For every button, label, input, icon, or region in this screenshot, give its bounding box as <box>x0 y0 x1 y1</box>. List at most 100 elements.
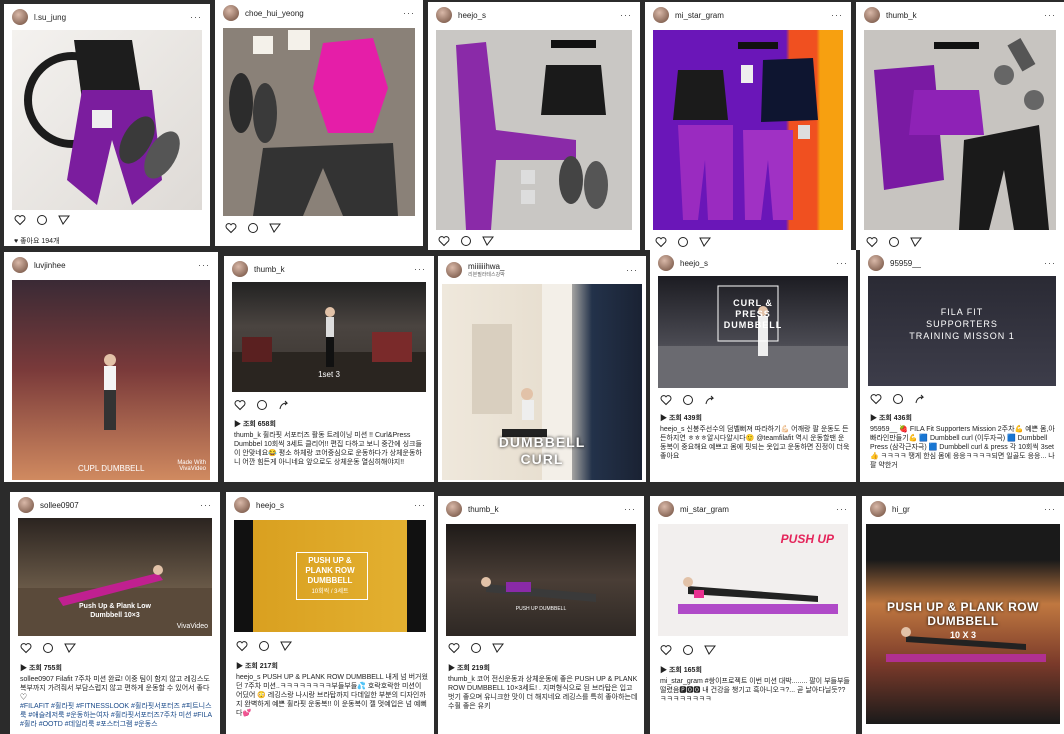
post-image[interactable] <box>653 30 843 230</box>
heart-icon[interactable] <box>448 642 460 654</box>
post-video[interactable]: PUSH UP <box>658 524 848 636</box>
comment-icon[interactable] <box>42 642 54 654</box>
heart-icon[interactable] <box>660 644 672 656</box>
more-options-icon[interactable]: ··· <box>1044 258 1056 268</box>
heart-icon[interactable] <box>866 236 878 248</box>
avatar[interactable] <box>658 501 674 517</box>
share-icon[interactable] <box>704 644 716 656</box>
more-options-icon[interactable]: ··· <box>200 500 212 510</box>
comment-icon[interactable] <box>258 640 270 652</box>
post-video[interactable]: PUSH UP & PLANK ROW DUMBBELL 10 X 3 <box>866 524 1060 724</box>
share-icon[interactable] <box>64 642 76 654</box>
share-icon[interactable] <box>914 393 926 405</box>
more-options-icon[interactable]: ··· <box>190 12 202 22</box>
avatar[interactable] <box>864 7 880 23</box>
post-card[interactable]: thumb_k ··· <box>856 2 1064 250</box>
more-options-icon[interactable]: ··· <box>1044 10 1056 20</box>
comment-icon[interactable] <box>892 393 904 405</box>
post-video[interactable]: CUPL DUMBBELL Made With VivaVideo <box>12 280 210 480</box>
share-icon[interactable] <box>699 236 711 248</box>
comment-icon[interactable] <box>247 222 259 234</box>
username[interactable]: heejo_s <box>680 259 708 268</box>
username[interactable]: mi_star_gram <box>680 505 729 514</box>
post-card[interactable]: heejo_s ··· CURL & PRESS DUMBBELL ▶ 조회 43… <box>650 250 856 482</box>
more-options-icon[interactable]: ··· <box>620 10 632 20</box>
more-options-icon[interactable]: ··· <box>403 8 415 18</box>
post-image[interactable] <box>223 28 415 216</box>
comment-icon[interactable] <box>888 236 900 248</box>
share-icon[interactable] <box>704 394 716 406</box>
heart-icon[interactable] <box>236 640 248 652</box>
post-card[interactable]: sollee0907 ··· Push Up & Plank Low Dumbbe… <box>10 492 220 734</box>
post-card[interactable]: hi_gr ··· PUSH UP & PLANK ROW DUMBBELL 10… <box>862 496 1064 734</box>
username[interactable]: choe_hui_yeong <box>245 9 304 18</box>
comment-icon[interactable] <box>682 644 694 656</box>
heart-icon[interactable] <box>438 235 450 247</box>
comment-icon[interactable] <box>256 399 268 411</box>
avatar[interactable] <box>223 5 239 21</box>
heart-icon[interactable] <box>225 222 237 234</box>
username[interactable]: sollee0907 <box>40 501 79 510</box>
username[interactable]: luvjinhee <box>34 261 66 270</box>
heart-icon[interactable] <box>660 394 672 406</box>
more-options-icon[interactable]: ··· <box>626 265 638 275</box>
avatar[interactable] <box>868 255 884 271</box>
post-card[interactable]: l.su_jung ··· ♥ 좋아요 194개 <box>4 4 210 246</box>
username[interactable]: thumb_k <box>468 505 499 514</box>
username[interactable]: heejo_s <box>458 11 486 20</box>
post-card[interactable]: miiiiiihwa_ 리본필라테스강박 ··· DUMBBELL CURL <box>438 256 646 482</box>
more-options-icon[interactable]: ··· <box>831 10 843 20</box>
post-card[interactable]: thumb_k ··· PUSH UP DUMBBELL ▶ 조회 219회 th… <box>438 496 644 734</box>
more-options-icon[interactable]: ··· <box>836 258 848 268</box>
post-card[interactable]: heejo_s ··· <box>428 2 640 250</box>
heart-icon[interactable] <box>20 642 32 654</box>
username[interactable]: heejo_s <box>256 501 284 510</box>
post-card[interactable]: thumb_k ··· 1set 3 ▶ 조회 658회 thumb_k 휠라핏 … <box>224 256 434 482</box>
post-image[interactable] <box>436 30 632 230</box>
avatar[interactable] <box>446 501 462 517</box>
avatar[interactable] <box>232 261 248 277</box>
share-icon[interactable] <box>58 214 70 226</box>
more-options-icon[interactable]: ··· <box>624 504 636 514</box>
heart-icon[interactable] <box>870 393 882 405</box>
post-card[interactable]: mi_star_gram ··· PUSH UP ▶ 조회 165회 mi_sta… <box>650 496 856 734</box>
avatar[interactable] <box>658 255 674 271</box>
more-options-icon[interactable]: ··· <box>198 260 210 270</box>
avatar[interactable] <box>18 497 34 513</box>
avatar[interactable] <box>234 497 250 513</box>
more-options-icon[interactable]: ··· <box>414 264 426 274</box>
post-video[interactable]: PUSH UP & PLANK ROW DUMBBELL 10회씩 / 3세트 <box>234 520 426 632</box>
username[interactable]: mi_star_gram <box>675 11 724 20</box>
share-icon[interactable] <box>280 640 292 652</box>
location-label[interactable]: 리본필라테스강박 <box>468 271 505 278</box>
username[interactable]: thumb_k <box>886 11 917 20</box>
post-image[interactable] <box>12 30 202 210</box>
post-image[interactable] <box>864 30 1056 230</box>
hashtags[interactable]: #FILAFIT #휠라핏 #FITNESSLOOK #휠라핏서포터즈 #피트니… <box>20 702 214 729</box>
username[interactable]: hi_gr <box>892 505 910 514</box>
more-options-icon[interactable]: ··· <box>1044 504 1056 514</box>
share-icon[interactable] <box>269 222 281 234</box>
post-video[interactable]: PUSH UP DUMBBELL <box>446 524 636 636</box>
share-icon[interactable] <box>482 235 494 247</box>
username[interactable]: l.su_jung <box>34 13 66 22</box>
comment-icon[interactable] <box>677 236 689 248</box>
post-card[interactable]: mi_star_gram ··· <box>645 2 851 250</box>
post-video[interactable]: DUMBBELL CURL <box>442 284 642 480</box>
comment-icon[interactable] <box>36 214 48 226</box>
avatar[interactable] <box>446 262 462 278</box>
heart-icon[interactable] <box>14 214 26 226</box>
comment-icon[interactable] <box>682 394 694 406</box>
post-card[interactable]: choe_hui_yeong ··· <box>215 0 423 246</box>
share-icon[interactable] <box>492 642 504 654</box>
post-video[interactable]: CURL & PRESS DUMBBELL <box>658 276 848 388</box>
avatar[interactable] <box>12 9 28 25</box>
username[interactable]: thumb_k <box>254 265 285 274</box>
avatar[interactable] <box>436 7 452 23</box>
share-icon[interactable] <box>910 236 922 248</box>
post-video[interactable]: FILA FIT SUPPORTERS TRAINING MISSON 1 <box>868 276 1056 386</box>
more-options-icon[interactable]: ··· <box>836 504 848 514</box>
avatar[interactable] <box>653 7 669 23</box>
avatar[interactable] <box>870 501 886 517</box>
avatar[interactable] <box>12 257 28 273</box>
